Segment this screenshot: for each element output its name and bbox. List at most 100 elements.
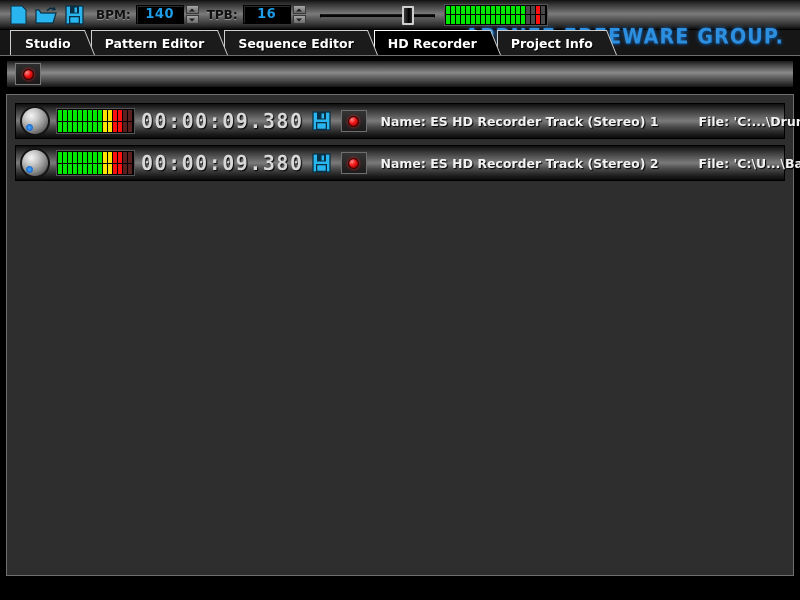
- meter-bar: [83, 163, 87, 174]
- meter-bar: [520, 15, 525, 24]
- meter-bar: [118, 152, 122, 163]
- meter-bar: [108, 110, 112, 121]
- tpb-stepper-up[interactable]: [292, 5, 306, 14]
- bpm-stepper-up[interactable]: [185, 5, 199, 14]
- track-pan-knob[interactable]: [22, 150, 48, 176]
- meter-segment: [475, 5, 480, 24]
- meter-bar: [93, 110, 97, 121]
- tab-studio[interactable]: Studio: [0, 30, 95, 55]
- meter-segment: [500, 5, 505, 24]
- meter-bar: [525, 15, 530, 24]
- tab-hd-recorder[interactable]: HD Recorder: [373, 30, 501, 55]
- tab-sequence-editor[interactable]: Sequence Editor: [224, 30, 378, 55]
- meter-bar: [118, 121, 122, 132]
- track-row[interactable]: 00:00:09.380 Name: ES HD Recorder Track (…: [15, 103, 800, 139]
- meter-bar: [540, 15, 545, 24]
- meter-segment: [520, 5, 525, 24]
- meter-bar: [505, 5, 510, 14]
- tpb-stepper[interactable]: [292, 5, 306, 24]
- master-volume-slider[interactable]: [319, 4, 435, 26]
- tpb-stepper-down[interactable]: [292, 15, 306, 24]
- meter-segment: [78, 152, 82, 174]
- meter-bar: [78, 163, 82, 174]
- application-window: BPM: 140 TPB: 16 Studio Pattern Editor Seq…: [0, 0, 800, 600]
- meter-segment: [455, 5, 460, 24]
- tab-project-info[interactable]: Project Info: [496, 30, 617, 55]
- bpm-input[interactable]: 140: [135, 5, 184, 24]
- track-file-label: File: 'C:...\Drums.wav': [698, 113, 800, 129]
- meter-bar: [510, 15, 515, 24]
- open-folder-icon[interactable]: [32, 2, 60, 28]
- meter-bar: [128, 121, 132, 132]
- meter-bar: [460, 5, 465, 14]
- meter-bar: [530, 15, 535, 24]
- tpb-input[interactable]: 16: [242, 5, 291, 24]
- bpm-stepper-down[interactable]: [185, 15, 199, 24]
- meter-bar: [98, 163, 102, 174]
- meter-segment: [73, 110, 77, 132]
- meter-segment: [58, 110, 62, 132]
- meter-bar: [68, 121, 72, 132]
- new-file-icon[interactable]: [4, 2, 32, 28]
- meter-bar: [88, 152, 92, 163]
- bpm-label: BPM:: [96, 7, 131, 22]
- meter-bar: [123, 121, 127, 132]
- meter-bar: [113, 110, 117, 121]
- save-disk-icon[interactable]: [60, 2, 88, 28]
- meter-bar: [58, 163, 62, 174]
- bpm-stepper[interactable]: [185, 5, 199, 24]
- meter-bar: [485, 5, 490, 14]
- meter-segment: [485, 5, 490, 24]
- meter-bar: [73, 110, 77, 121]
- meter-bar: [500, 5, 505, 14]
- track-timecode: 00:00:09.380: [141, 151, 304, 175]
- meter-bar: [88, 121, 92, 132]
- meter-segment: [63, 110, 67, 132]
- track-row[interactable]: 00:00:09.380 Name: ES HD Recorder Track (…: [15, 145, 800, 181]
- meter-bar: [118, 110, 122, 121]
- tab-label: Project Info: [496, 30, 604, 55]
- meter-segment: [465, 5, 470, 24]
- meter-bar: [103, 152, 107, 163]
- meter-segment: [510, 5, 515, 24]
- track-pan-knob[interactable]: [22, 108, 48, 134]
- meter-bar: [98, 110, 102, 121]
- meter-bar: [63, 163, 67, 174]
- track-save-disk-icon[interactable]: [311, 153, 331, 173]
- slider-thumb[interactable]: [401, 5, 414, 25]
- meter-bar: [450, 15, 455, 24]
- meter-segment: [113, 152, 117, 174]
- track-record-button[interactable]: [340, 152, 367, 174]
- meter-bar: [68, 152, 72, 163]
- meter-bar: [480, 5, 485, 14]
- tab-label: HD Recorder: [373, 30, 488, 55]
- meter-segment: [93, 110, 97, 132]
- master-level-meter: [443, 3, 548, 26]
- meter-bar: [73, 163, 77, 174]
- track-level-meter: [56, 150, 135, 176]
- meter-bar: [98, 152, 102, 163]
- track-name-label: Name: ES HD Recorder Track (Stereo) 2: [380, 155, 659, 171]
- meter-bar: [465, 5, 470, 14]
- meter-bar: [480, 15, 485, 24]
- track-record-button[interactable]: [340, 110, 367, 132]
- meter-bar: [495, 15, 500, 24]
- track-name-label: Name: ES HD Recorder Track (Stereo) 1: [380, 113, 659, 129]
- meter-bar: [490, 5, 495, 14]
- meter-segment: [88, 152, 92, 174]
- meter-bar: [525, 5, 530, 14]
- meter-bar: [108, 121, 112, 132]
- meter-segment: [495, 5, 500, 24]
- meter-bar: [470, 5, 475, 14]
- meter-bar: [113, 152, 117, 163]
- tab-pattern-editor[interactable]: Pattern Editor: [90, 30, 229, 55]
- global-record-button[interactable]: [15, 63, 41, 85]
- meter-bar: [63, 121, 67, 132]
- meter-bar: [113, 121, 117, 132]
- meter-segment: [445, 5, 450, 24]
- meter-segment: [525, 5, 530, 24]
- slider-track: [319, 13, 435, 18]
- track-save-disk-icon[interactable]: [311, 111, 331, 131]
- meter-segment: [58, 152, 62, 174]
- record-led-icon: [348, 157, 359, 169]
